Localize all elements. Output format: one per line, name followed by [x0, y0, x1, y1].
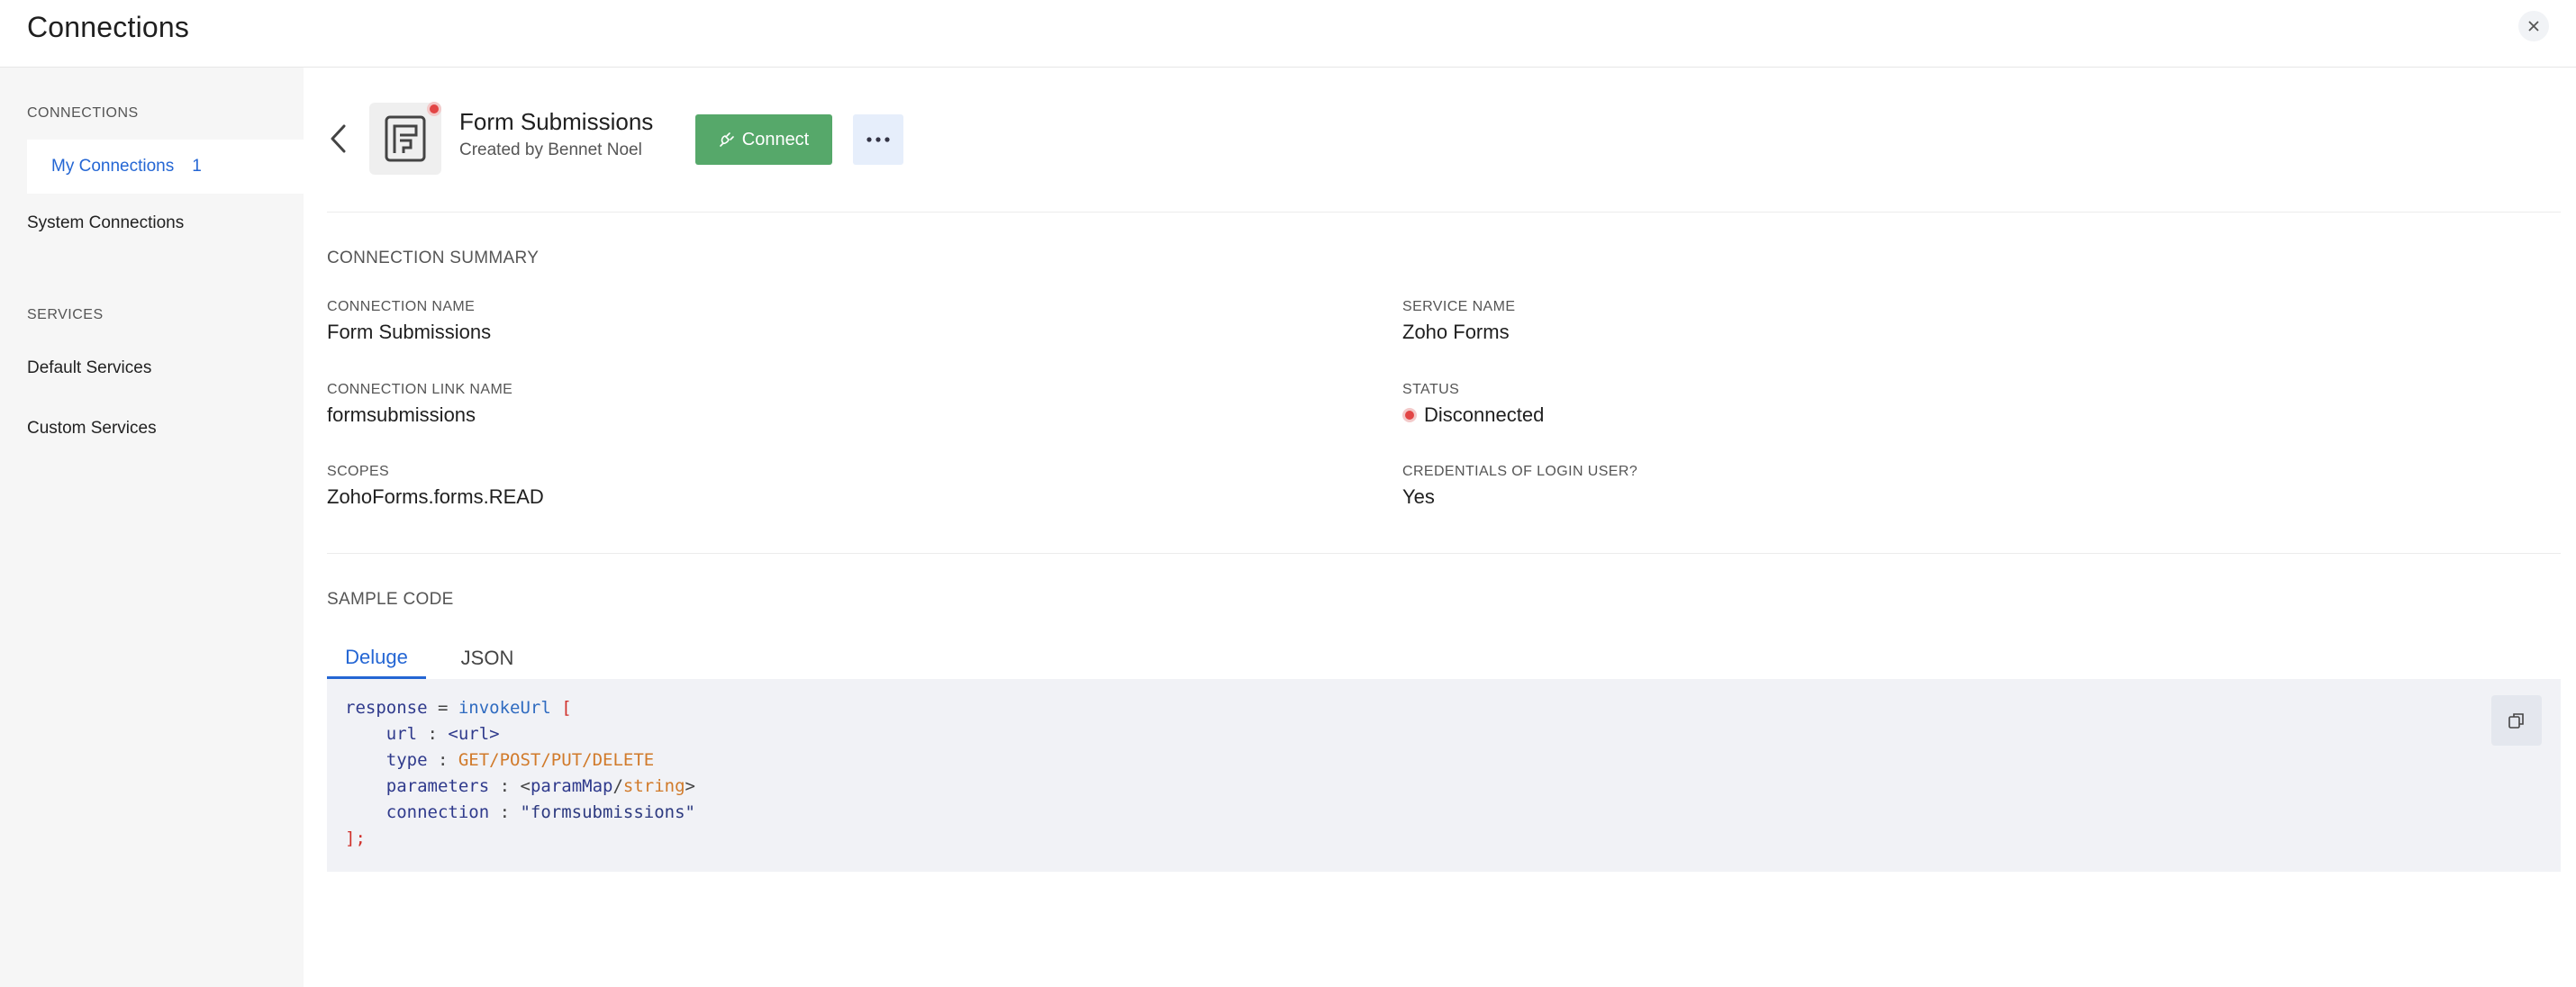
plug-icon	[719, 132, 734, 147]
forms-icon	[385, 115, 426, 162]
copy-code-button[interactable]	[2491, 695, 2542, 746]
field-value-status: Disconnected	[1424, 403, 1545, 426]
back-button[interactable]	[326, 122, 351, 155]
status-indicator-dot	[427, 102, 441, 116]
sidebar-item-custom-services[interactable]: Custom Services	[27, 419, 157, 439]
sidebar-item-label: My Connections	[51, 157, 175, 176]
status-field: Disconnected	[1402, 403, 1544, 427]
field-label-connection-link-name: CONNECTION LINK NAME	[327, 382, 513, 397]
field-value-connection-name: Form Submissions	[327, 321, 492, 343]
field-label-status: STATUS	[1402, 382, 1460, 397]
close-button[interactable]	[2518, 11, 2549, 41]
field-value-scopes: ZohoForms.forms.READ	[327, 485, 544, 508]
field-value-credentials: Yes	[1402, 485, 1435, 508]
summary-title: CONNECTION SUMMARY	[327, 249, 540, 267]
field-label-scopes: SCOPES	[327, 464, 390, 479]
page-title: Connections	[27, 11, 190, 43]
sidebar-heading-connections: CONNECTIONS	[27, 105, 139, 121]
code-block: response = invokeUrl [ url : <url> type …	[327, 679, 2561, 872]
more-horizontal-icon	[866, 137, 890, 142]
chevron-left-icon	[331, 124, 346, 153]
divider	[327, 553, 2561, 554]
tab-json[interactable]: JSON	[450, 638, 524, 679]
tab-deluge[interactable]: Deluge	[327, 638, 426, 679]
copy-icon	[2508, 713, 2524, 729]
code-text: response = invokeUrl [ url : <url> type …	[345, 698, 695, 848]
connection-title: Form Submissions	[459, 108, 654, 135]
field-value-service-name: Zoho Forms	[1402, 321, 1510, 343]
disconnected-status-dot	[1402, 408, 1417, 422]
sidebar-item-system-connections[interactable]: System Connections	[27, 213, 184, 233]
field-label-service-name: SERVICE NAME	[1402, 299, 1516, 314]
sidebar-item-my-connections[interactable]: My Connections 1	[27, 140, 304, 194]
top-bar: Connections	[0, 0, 2576, 68]
connection-count-badge: 1	[192, 157, 202, 176]
sidebar-heading-services: SERVICES	[27, 307, 104, 322]
connect-button[interactable]: Connect	[695, 114, 832, 165]
sidebar: CONNECTIONS My Connections 1 System Conn…	[0, 68, 304, 987]
more-options-button[interactable]	[853, 114, 903, 165]
close-icon	[2528, 21, 2539, 32]
sidebar-item-default-services[interactable]: Default Services	[27, 358, 151, 378]
sample-code-title: SAMPLE CODE	[327, 590, 454, 609]
field-label-credentials: CREDENTIALS OF LOGIN USER?	[1402, 464, 1638, 479]
divider	[327, 212, 2561, 213]
field-label-connection-name: CONNECTION NAME	[327, 299, 476, 314]
connect-button-label: Connect	[741, 129, 810, 149]
field-value-connection-link-name: formsubmissions	[327, 403, 476, 426]
connection-creator: Created by Bennet Noel	[459, 140, 642, 159]
